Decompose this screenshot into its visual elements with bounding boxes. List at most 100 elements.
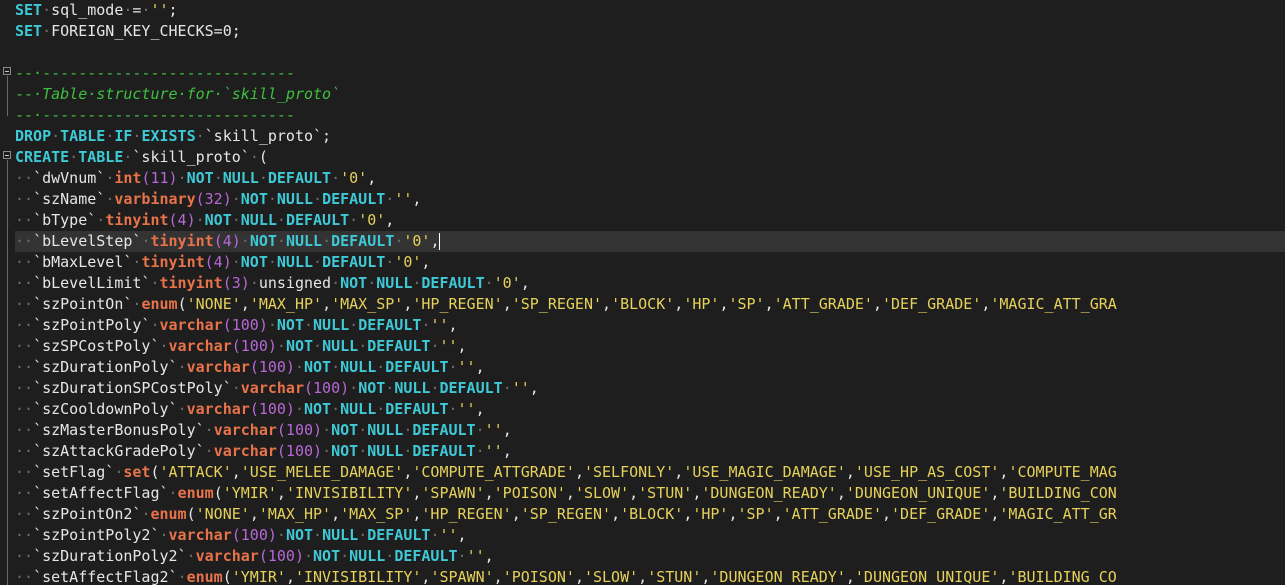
code-line[interactable]: ··`szCooldownPoly`·varchar(100)·NOT·NULL… xyxy=(15,399,1285,420)
code-line[interactable]: ··`bType`·tinyint(4)·NOT·NULL·DEFAULT·'0… xyxy=(15,210,1285,231)
keyword-token: SET xyxy=(15,22,43,40)
string-token: 'DUNGEON_UNIQUE' xyxy=(845,484,991,502)
code-line[interactable]: DROP·TABLE·IF·EXISTS·`skill_proto`; xyxy=(15,126,1285,147)
text-token: `szDurationPoly2` xyxy=(33,547,187,565)
whitespace-marker: ·· xyxy=(15,316,34,334)
keyword-token: NOT xyxy=(186,169,214,187)
code-line[interactable]: ··`szDurationPoly2`·varchar(100)·NOT·NUL… xyxy=(15,546,1285,567)
number-token: (3) xyxy=(222,274,250,292)
code-line[interactable]: ··`setFlag`·set('ATTACK','USE_MELEE_DAMA… xyxy=(15,462,1285,483)
text-token: FOREIGN_KEY_CHECKS=0; xyxy=(51,22,241,40)
keyword-token: CREATE xyxy=(15,148,70,166)
text-token: `bType` xyxy=(33,211,97,229)
code-editor[interactable]: SET·sql_mode·=·''; SET·FOREIGN_KEY_CHECKS… xyxy=(0,0,1285,585)
whitespace-marker: · xyxy=(322,232,332,250)
code-line[interactable]: ··`bMaxLevel`·tinyint(4)·NOT·NULL·DEFAUL… xyxy=(15,252,1285,273)
code-line[interactable]: ··`setAffectFlag2`·enum('YMIR','INVISIBI… xyxy=(15,567,1285,585)
keyword-token: DEFAULT xyxy=(267,169,332,187)
string-token: '' xyxy=(150,1,169,19)
code-area[interactable]: SET·sql_mode·=·''; SET·FOREIGN_KEY_CHECKS… xyxy=(15,0,1285,585)
code-line[interactable]: --·---------------------------- xyxy=(15,105,1285,126)
whitespace-marker: · xyxy=(186,547,196,565)
code-line[interactable]: ··`szPointPoly2`·varchar(100)·NOT·NULL·D… xyxy=(15,525,1285,546)
keyword-token: NOT xyxy=(285,526,314,544)
whitespace-marker: · xyxy=(313,190,323,208)
type-token: int xyxy=(114,169,142,187)
keyword-token: NULL xyxy=(276,190,314,208)
whitespace-marker: · xyxy=(105,169,115,187)
whitespace-marker: · xyxy=(42,1,52,19)
string-token: 'DEF_GRADE' xyxy=(882,295,982,313)
text-token: ( xyxy=(150,463,160,481)
keyword-token: NULL xyxy=(394,379,431,397)
whitespace-marker: · xyxy=(96,211,106,229)
code-line[interactable]: SET·FOREIGN_KEY_CHECKS=0; xyxy=(15,21,1285,42)
type-token: tinyint xyxy=(159,274,223,292)
code-line[interactable]: ··`setAffectFlag`·enum('YMIR','INVISIBIL… xyxy=(15,483,1285,504)
code-line[interactable]: ··`szSPCostPoly`·varchar(100)·NOT·NULL·D… xyxy=(15,336,1285,357)
text-token: , xyxy=(448,316,458,334)
string-token: '' xyxy=(511,379,530,397)
text-token: , xyxy=(638,568,648,585)
text-token: `skill_proto` xyxy=(132,148,250,166)
code-line[interactable]: ··`szPointOn`·enum('NONE','MAX_HP','MAX_… xyxy=(15,294,1285,315)
code-line[interactable]: ··`szName`·varbinary(32)·NOT·NULL·DEFAUL… xyxy=(15,189,1285,210)
text-token: , xyxy=(322,295,332,313)
keyword-token: NULL xyxy=(376,274,413,292)
whitespace-marker: · xyxy=(358,337,368,355)
text-token: , xyxy=(484,484,494,502)
code-line[interactable]: ··`szAttackGradePoly`·varchar(100)·NOT·N… xyxy=(15,441,1285,462)
keyword-token: TABLE xyxy=(60,127,106,145)
code-line[interactable]: ··`szDurationPoly`·varchar(100)·NOT·NULL… xyxy=(15,357,1285,378)
whitespace-marker: · xyxy=(276,232,286,250)
code-line[interactable]: ··`szPointPoly`·varchar(100)·NOT·NULL·DE… xyxy=(15,315,1285,336)
whitespace-marker: · xyxy=(177,169,187,187)
whitespace-marker: · xyxy=(331,400,341,418)
text-token: , xyxy=(602,295,612,313)
whitespace-marker: · xyxy=(249,148,259,166)
current-code-line[interactable]: ··`bLevelStep`·tinyint(4)·NOT·NULL·DEFAU… xyxy=(15,231,1285,252)
string-token: 'MAGIC_ATT_GRA xyxy=(990,295,1117,313)
text-token: , xyxy=(565,484,575,502)
text-token: , xyxy=(511,505,521,523)
code-line[interactable]: --·---------------------------- xyxy=(15,63,1285,84)
text-token: `szPointOn` xyxy=(33,295,133,313)
text-token: , xyxy=(836,484,846,502)
number-token: (100) xyxy=(304,379,350,397)
whitespace-marker: · xyxy=(331,274,341,292)
code-line[interactable]: ··`bLevelLimit`·tinyint(3)·unsigned·NOT·… xyxy=(15,273,1285,294)
code-line[interactable]: ··`dwVnum`·int(11)·NOT·NULL·DEFAULT·'0', xyxy=(15,168,1285,189)
keyword-token: NULL xyxy=(240,211,277,229)
keyword-token: TABLE xyxy=(78,148,124,166)
code-line[interactable]: --·Table·structure·for·`skill_proto` xyxy=(15,84,1285,105)
fold-toggle-icon[interactable] xyxy=(3,151,11,159)
keyword-token: DEFAULT xyxy=(322,253,386,271)
whitespace-marker: ·· xyxy=(15,421,34,439)
text-token: , xyxy=(240,295,250,313)
keyword-token: DROP xyxy=(15,127,52,145)
code-line[interactable]: CREATE·TABLE·`skill_proto`·( xyxy=(15,147,1285,168)
keyword-token: EXISTS xyxy=(141,127,196,145)
code-line[interactable]: ··`szPointOn2`·enum('NONE','MAX_HP','MAX… xyxy=(15,504,1285,525)
whitespace-marker: · xyxy=(313,253,323,271)
code-line[interactable]: ··`szDurationSPCostPoly`·varchar(100)·NO… xyxy=(15,378,1285,399)
string-token: '' xyxy=(439,526,458,544)
whitespace-marker: · xyxy=(231,190,241,208)
text-token: ; xyxy=(168,1,178,19)
whitespace-marker: · xyxy=(204,442,214,460)
fold-range-line xyxy=(7,160,8,585)
number-token: (100) xyxy=(231,526,277,544)
whitespace-marker: · xyxy=(322,442,332,460)
string-token: 'BLOCK' xyxy=(611,295,675,313)
keyword-token: NULL xyxy=(349,547,386,565)
fold-toggle-icon[interactable] xyxy=(3,67,11,75)
fold-gutter xyxy=(0,0,14,585)
code-line[interactable]: ··`szMasterBonusPoly`·varchar(100)·NOT·N… xyxy=(15,420,1285,441)
code-line[interactable] xyxy=(15,42,1285,63)
keyword-token: NULL xyxy=(367,442,404,460)
code-line[interactable]: SET·sql_mode·=·''; xyxy=(15,0,1285,21)
whitespace-marker: · xyxy=(475,421,485,439)
number-token: (100) xyxy=(231,337,277,355)
text-token: , xyxy=(611,505,621,523)
type-token: enum xyxy=(150,505,187,523)
